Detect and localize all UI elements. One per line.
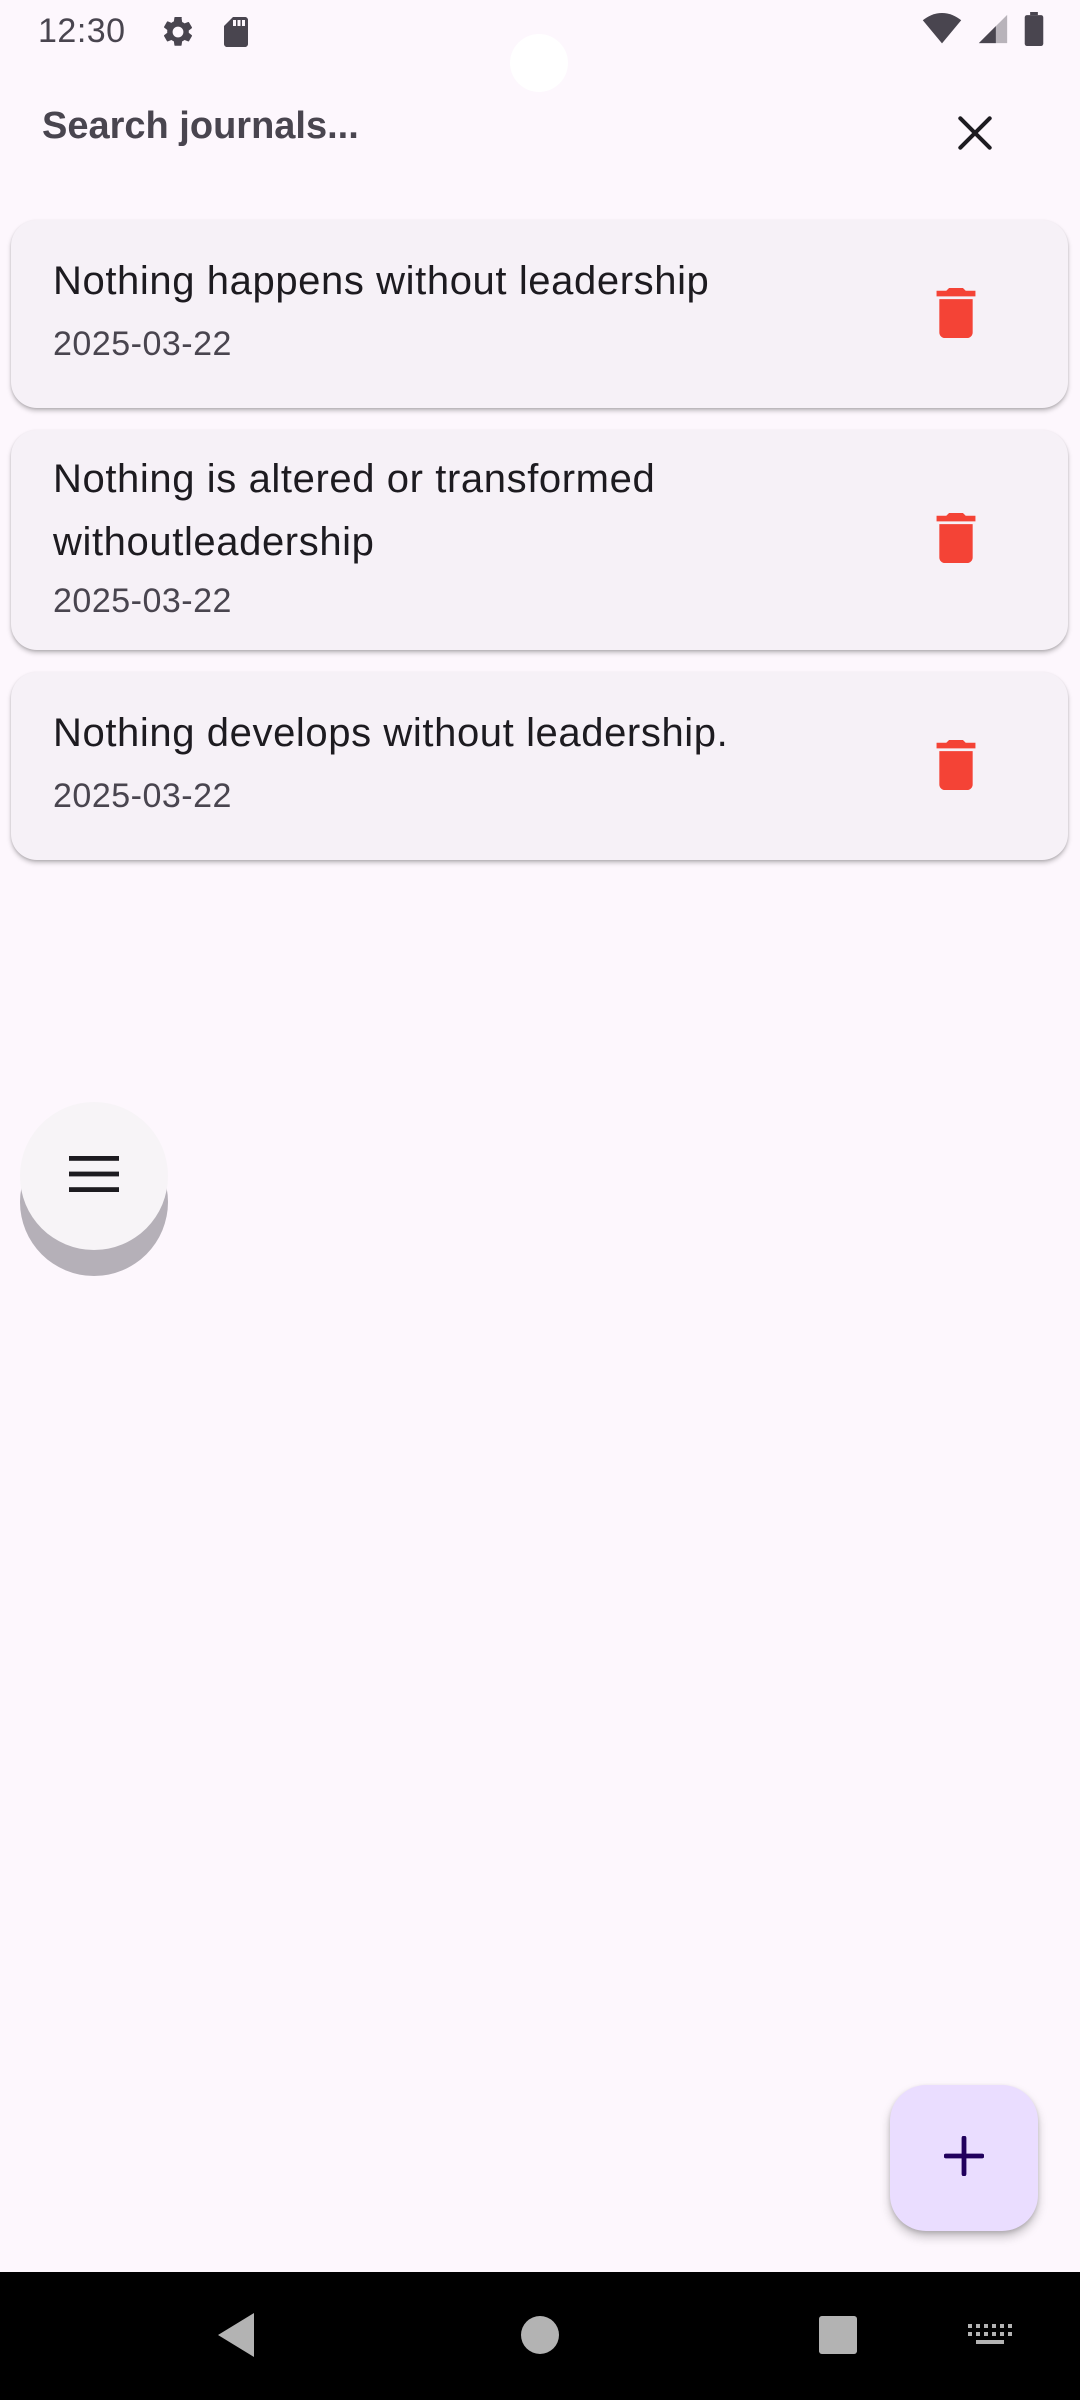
journal-card[interactable]: Nothing is altered or transformed withou… <box>11 430 1068 650</box>
menu-button[interactable] <box>20 1102 168 1250</box>
battery-icon <box>1024 12 1044 51</box>
home-button[interactable] <box>505 2302 575 2372</box>
camera-cutout <box>510 34 568 92</box>
home-icon <box>521 2315 559 2359</box>
plus-icon <box>943 2135 985 2181</box>
delete-button[interactable] <box>916 500 996 580</box>
delete-button[interactable] <box>916 727 996 807</box>
add-journal-button[interactable] <box>890 2085 1038 2231</box>
signal-icon <box>976 12 1010 51</box>
trash-icon <box>936 287 976 343</box>
delete-button[interactable] <box>916 275 996 355</box>
back-icon <box>218 2312 258 2362</box>
journal-date: 2025-03-22 <box>53 325 232 363</box>
navigation-bar <box>0 2272 1080 2400</box>
recents-button[interactable] <box>803 2302 873 2372</box>
search-input[interactable] <box>42 96 902 156</box>
status-icons <box>922 12 1044 51</box>
settings-status-icon <box>160 14 196 55</box>
journal-date: 2025-03-22 <box>53 582 232 620</box>
journal-card[interactable]: Nothing develops without leadership. 202… <box>11 672 1068 860</box>
menu-icon <box>69 1155 119 1197</box>
sd-card-icon <box>220 14 252 55</box>
close-search-button[interactable] <box>945 105 1005 165</box>
recents-icon <box>819 2315 857 2359</box>
journal-card[interactable]: Nothing happens without leadership 2025-… <box>11 220 1068 408</box>
journal-title: Nothing develops without leadership. <box>53 711 729 755</box>
journal-title: Nothing happens without leadership <box>53 259 710 303</box>
journal-date: 2025-03-22 <box>53 777 232 815</box>
back-button[interactable] <box>203 2302 273 2372</box>
journal-title: Nothing is altered or transformed withou… <box>53 457 656 564</box>
close-icon <box>953 111 997 160</box>
trash-icon <box>936 739 976 795</box>
trash-icon <box>936 512 976 568</box>
status-time: 12:30 <box>38 12 126 50</box>
keyboard-button[interactable] <box>955 2302 1025 2372</box>
wifi-icon <box>922 13 962 50</box>
keyboard-icon <box>968 2323 1012 2351</box>
